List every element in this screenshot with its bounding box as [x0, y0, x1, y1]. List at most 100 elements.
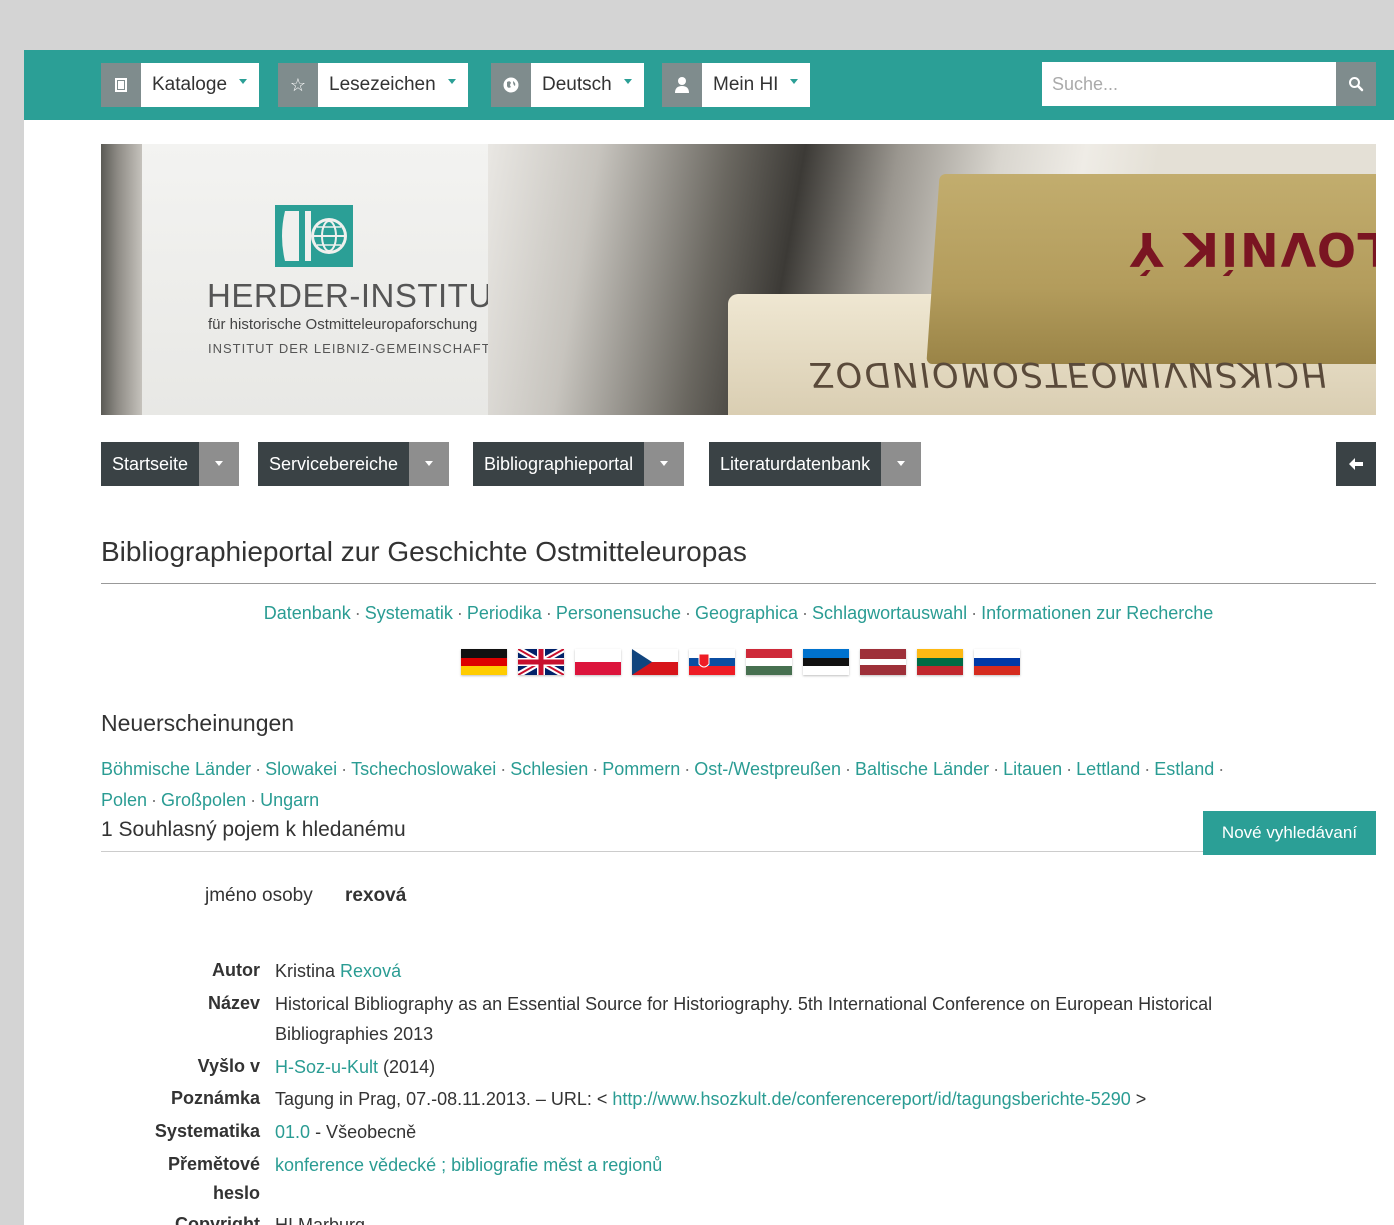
nav-servicebereiche[interactable]: Servicebereiche — [258, 442, 450, 486]
system-text: - Všeobecně — [315, 1122, 417, 1142]
separator: · — [845, 759, 852, 779]
link-personensuche[interactable]: Personensuche — [556, 603, 681, 623]
separator: · — [684, 759, 691, 779]
caret-down-icon — [660, 460, 669, 466]
flag-latvia[interactable] — [860, 649, 906, 676]
flag-lithuania[interactable] — [917, 649, 963, 676]
field-label-subject: Přemětové — [167, 1154, 260, 1174]
link-region[interactable]: Baltische Länder — [855, 759, 989, 779]
link-region[interactable]: Ungarn — [260, 790, 319, 810]
system-code-link[interactable]: 01.0 — [275, 1122, 310, 1142]
flag-hungary[interactable] — [746, 649, 792, 676]
account-label: Mein HI — [713, 74, 779, 95]
link-region[interactable]: Pommern — [602, 759, 680, 779]
link-geographica[interactable]: Geographica — [695, 603, 798, 623]
nav-bibliographieportal-button[interactable]: Bibliographieportal — [473, 442, 645, 486]
separator: · — [971, 603, 978, 623]
link-region[interactable]: Schlesien — [510, 759, 588, 779]
link-systematik[interactable]: Systematik — [365, 603, 453, 623]
field-value-subject: konference vědecké ; bibliografie měst a… — [275, 1150, 662, 1180]
flag-estonia[interactable] — [803, 649, 849, 676]
link-informationen[interactable]: Informationen zur Recherche — [981, 603, 1213, 623]
caret-down-icon — [623, 78, 632, 84]
language-label: Deutsch — [542, 74, 612, 95]
search-button[interactable] — [1336, 62, 1376, 106]
book-icon — [101, 63, 141, 107]
field-value-copyright: HI Marburg — [275, 1215, 366, 1225]
logo-subtitle: für historische Ostmitteleuropaforschung — [208, 316, 478, 333]
arrow-left-icon — [1349, 458, 1363, 470]
book-spine-text: SLOVNÍK Ý — [1128, 222, 1376, 276]
nav-literaturdatenbank-dropdown[interactable] — [881, 442, 922, 486]
caret-down-icon — [239, 78, 248, 84]
nav-startseite-dropdown[interactable] — [199, 442, 240, 486]
bookmarks-button[interactable]: Lesezeichen — [318, 63, 468, 107]
link-region[interactable]: Litauen — [1003, 759, 1062, 779]
banner-photo: SLOVNÍK Ý HCIKSNVIMOƎTSOMOINDOZ — [488, 144, 1376, 415]
language-menu[interactable]: Deutsch — [491, 63, 644, 107]
page-frame: Kataloge ☆ Lesezeichen Deutsch Mein HI S… — [24, 50, 1394, 1225]
search-icon — [1349, 77, 1364, 92]
field-label-system: Systematika — [154, 1121, 260, 1141]
nav-servicebereiche-dropdown[interactable] — [409, 442, 450, 486]
link-region[interactable]: Ost-/Westpreußen — [694, 759, 841, 779]
search-input[interactable] — [1042, 62, 1336, 106]
flag-czech-republic[interactable] — [632, 649, 678, 675]
nav-bibliographieportal-dropdown[interactable] — [644, 442, 685, 486]
note-url-link[interactable]: http://www.hsozkult.de/conferencereport/… — [612, 1089, 1130, 1109]
nav-literaturdatenbank[interactable]: Literaturdatenbank — [709, 442, 922, 486]
link-region[interactable]: Slowakei — [265, 759, 337, 779]
link-region[interactable]: Großpolen — [161, 790, 246, 810]
account-menu[interactable]: Mein HI — [662, 63, 811, 107]
field-value-author: Kristina Rexová — [275, 956, 401, 986]
nav-servicebereiche-button[interactable]: Servicebereiche — [258, 442, 410, 486]
separator: · — [545, 603, 552, 623]
bookmarks-label: Lesezeichen — [329, 74, 436, 95]
catalogs-label: Kataloge — [152, 74, 228, 95]
author-link[interactable]: Rexová — [340, 961, 401, 981]
flag-united-kingdom[interactable] — [518, 649, 564, 675]
caret-down-icon — [425, 460, 434, 466]
logo-title: HERDER-INSTITUT — [207, 277, 514, 314]
flag-germany[interactable] — [461, 649, 507, 676]
link-periodika[interactable]: Periodika — [467, 603, 542, 623]
bookmarks-menu[interactable]: ☆ Lesezeichen — [278, 63, 468, 107]
catalogs-button[interactable]: Kataloge — [141, 63, 260, 107]
link-region[interactable]: Polen — [101, 790, 147, 810]
catalogs-menu[interactable]: Kataloge — [101, 63, 260, 107]
separator: · — [456, 603, 463, 623]
flag-russia[interactable] — [974, 649, 1020, 676]
nav-startseite[interactable]: Startseite — [101, 442, 240, 486]
separator: · — [802, 603, 809, 623]
link-region[interactable]: Estland — [1154, 759, 1214, 779]
language-flags — [461, 649, 1020, 676]
logo-tagline: INSTITUT DER LEIBNIZ-GEMEINSCHAFT — [208, 341, 491, 356]
caret-down-icon — [215, 460, 224, 466]
subject-link[interactable]: bibliografie měst a regionů — [451, 1155, 662, 1175]
separator: · — [250, 790, 257, 810]
link-region[interactable]: Lettland — [1076, 759, 1140, 779]
link-region[interactable]: Tschechoslowakei — [351, 759, 496, 779]
subject-link[interactable]: konference vědecké — [275, 1155, 436, 1175]
nav-bibliographieportal[interactable]: Bibliographieportal — [473, 442, 685, 486]
field-label-note: Poznámka — [170, 1088, 260, 1108]
link-datenbank[interactable]: Datenbank — [264, 603, 351, 623]
query-value: rexová — [345, 885, 407, 906]
flag-slovakia[interactable] — [689, 649, 735, 675]
nav-startseite-button[interactable]: Startseite — [101, 442, 200, 486]
new-search-button[interactable]: Nové vyhledávaní — [1203, 811, 1376, 855]
back-button[interactable] — [1336, 442, 1376, 486]
nav-literaturdatenbank-button[interactable]: Literaturdatenbank — [709, 442, 882, 486]
separator: · — [1218, 759, 1225, 779]
field-value-title: Historical Bibliography as an Essential … — [275, 994, 1213, 1044]
flag-poland[interactable] — [575, 649, 621, 675]
journal-link[interactable]: H-Soz-u-Kult — [275, 1057, 378, 1077]
field-label-copyright: Copyright — [175, 1214, 260, 1225]
banner-edge — [101, 144, 142, 415]
field-label-published: Vyšlo v — [197, 1056, 260, 1076]
language-button[interactable]: Deutsch — [531, 63, 644, 107]
account-button[interactable]: Mein HI — [702, 63, 811, 107]
herder-logo — [275, 205, 353, 267]
link-schlagwortauswahl[interactable]: Schlagwortauswahl — [812, 603, 967, 623]
link-region[interactable]: Böhmische Länder — [101, 759, 251, 779]
